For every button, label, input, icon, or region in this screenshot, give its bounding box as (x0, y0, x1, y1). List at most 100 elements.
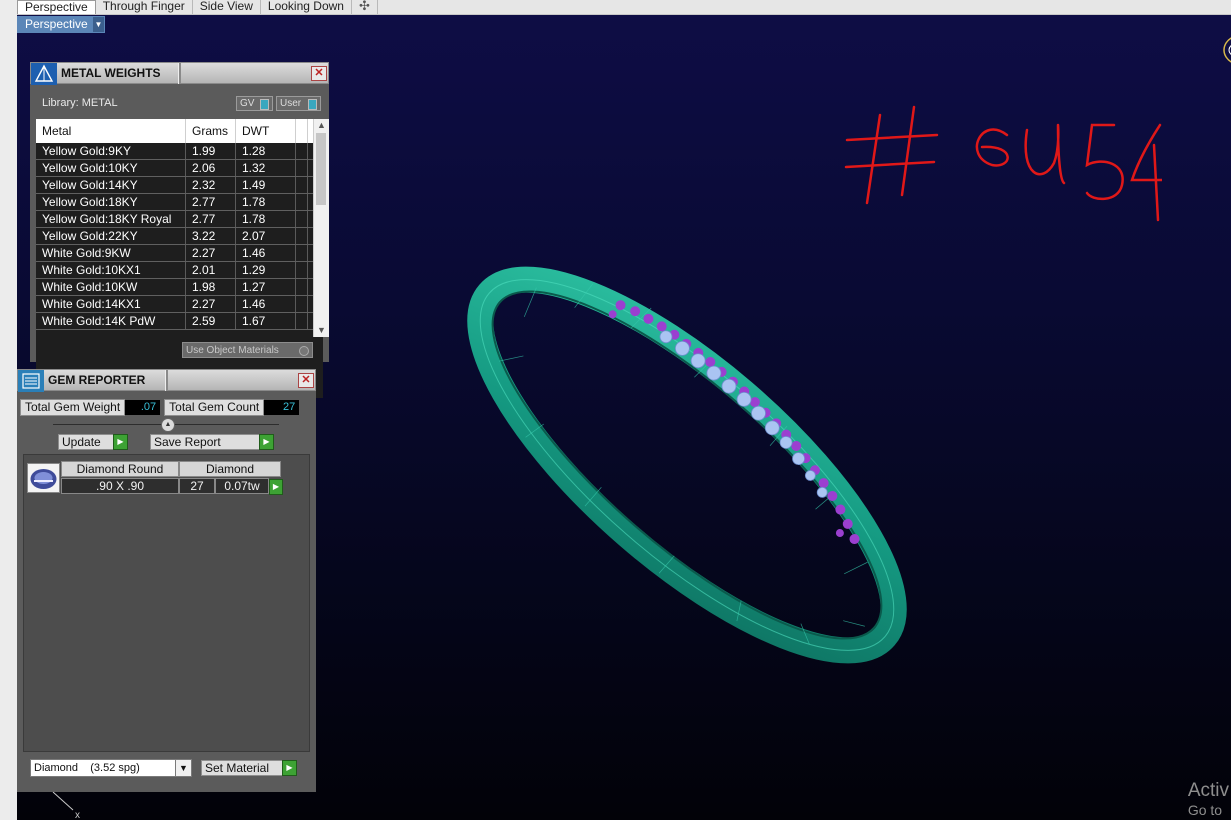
gem-totals-row: Total Gem Weight .07 Total Gem Count 27 (20, 399, 300, 416)
svg-text:x: x (75, 810, 80, 820)
metal-weights-titlebar[interactable]: METAL WEIGHTS ✕ (30, 62, 329, 85)
add-tab-icon[interactable]: ✣ (351, 0, 378, 14)
column-header-metal[interactable]: Metal (36, 119, 186, 143)
total-gem-weight-value: .07 (125, 400, 161, 415)
gem-reporter-icon (18, 370, 44, 392)
watermark-line-1: Activ (1187, 780, 1229, 801)
cell-grams: 2.77 (186, 211, 236, 227)
cell-grams: 1.98 (186, 279, 236, 295)
material-select-value: Diamond (3.52 spg) (34, 762, 140, 774)
use-object-materials-label: Use Object Materials (186, 345, 279, 356)
set-material-button[interactable]: Set Material ▶ (201, 760, 297, 776)
cell-grams: 2.27 (186, 296, 236, 312)
set-material-go-icon: ▶ (282, 760, 297, 776)
gem-shape-cell: Diamond Round (61, 461, 179, 477)
cell-metal: Yellow Gold:18KY Royal (36, 211, 186, 227)
panel-splitter-handle[interactable]: ▲ (161, 418, 175, 432)
user-toggle-label: User (280, 98, 302, 109)
metal-weights-title: METAL WEIGHTS (61, 66, 161, 80)
user-toggle-indicator (308, 99, 317, 110)
cell-grams: 2.32 (186, 177, 236, 193)
activation-watermark: Activ Go to (1188, 780, 1229, 818)
table-row[interactable]: Yellow Gold:18KY 2.77 1.78 (36, 194, 323, 211)
cell-grams: 2.06 (186, 160, 236, 176)
set-material-button-label: Set Material (205, 761, 270, 775)
user-toggle[interactable]: User (276, 96, 321, 111)
cell-dwt: 1.46 (236, 296, 296, 312)
titlebar-divider (165, 370, 168, 391)
tab-looking-down[interactable]: Looking Down (260, 0, 352, 14)
round-diamond-icon (30, 469, 57, 489)
total-gem-count-value: 27 (264, 400, 300, 415)
cell-metal: White Gold:14KX1 (36, 296, 186, 312)
metal-weights-icon (31, 63, 57, 85)
gem-weight-cell: 0.07tw (215, 478, 269, 494)
gem-reporter-close-icon[interactable]: ✕ (298, 373, 314, 388)
cell-dwt: 1.46 (236, 245, 296, 261)
gem-material-cell: Diamond (179, 461, 281, 477)
cell-dwt: 1.67 (236, 313, 296, 329)
cell-dwt: 1.32 (236, 160, 296, 176)
gem-list: Diamond Round Diamond .90 X .90 27 0.07t… (23, 454, 310, 752)
axis-gizmo-icon: x (52, 791, 80, 820)
cell-dwt: 1.49 (236, 177, 296, 193)
table-row[interactable]: Yellow Gold:22KY 3.22 2.07 (36, 228, 323, 245)
scroll-down-icon[interactable]: ▼ (314, 324, 329, 337)
gem-reporter-titlebar[interactable]: GEM REPORTER ✕ (17, 369, 316, 392)
table-row[interactable]: Yellow Gold:9KY 1.99 1.28 (36, 143, 323, 160)
metal-weights-close-icon[interactable]: ✕ (311, 66, 327, 81)
view-tab-bar: Perspective Through Finger Side View Loo… (17, 0, 1231, 15)
gv-toggle[interactable]: GV (236, 96, 273, 111)
cell-grams: 2.59 (186, 313, 236, 329)
material-select[interactable]: Diamond (3.52 spg) ▼ (30, 759, 192, 777)
cell-metal: Yellow Gold:10KY (36, 160, 186, 176)
corner-orbit-icon[interactable] (1219, 35, 1231, 65)
cell-grams: 2.01 (186, 262, 236, 278)
material-select-chevron-down-icon[interactable]: ▼ (175, 760, 191, 776)
column-header-grams[interactable]: Grams (186, 119, 236, 143)
scroll-up-icon[interactable]: ▲ (314, 119, 329, 132)
gv-toggle-label: GV (240, 98, 255, 109)
cell-metal: White Gold:9KW (36, 245, 186, 261)
scroll-thumb[interactable] (316, 133, 326, 205)
viewport-menu-chevron-icon[interactable]: ▼ (93, 17, 104, 32)
watermark-line-2: Go to (1187, 802, 1223, 818)
cell-metal: Yellow Gold:14KY (36, 177, 186, 193)
table-row[interactable]: White Gold:14K PdW 2.59 1.67 (36, 313, 323, 330)
gem-size-cell: .90 X .90 (61, 478, 179, 494)
table-row[interactable]: Yellow Gold:18KY Royal 2.77 1.78 (36, 211, 323, 228)
tab-through-finger[interactable]: Through Finger (95, 0, 193, 14)
gem-reporter-panel: GEM REPORTER ✕ Total Gem Weight .07 Tota… (17, 369, 316, 792)
table-row[interactable]: White Gold:10KW 1.98 1.27 (36, 279, 323, 296)
cell-dwt: 1.27 (236, 279, 296, 295)
update-button-label: Update (62, 435, 101, 449)
use-object-materials-indicator (299, 346, 309, 356)
cell-grams: 2.77 (186, 194, 236, 210)
gem-select-go-icon[interactable]: ▶ (269, 479, 283, 495)
titlebar-divider (178, 63, 181, 84)
cell-dwt: 2.07 (236, 228, 296, 244)
gem-count-cell: 27 (179, 478, 215, 494)
use-object-materials-toggle[interactable]: Use Object Materials (182, 342, 313, 358)
table-row[interactable]: White Gold:10KX1 2.01 1.29 (36, 262, 323, 279)
total-gem-count-label: Total Gem Count (164, 399, 265, 416)
viewport-label[interactable]: Perspective (17, 16, 105, 33)
table-row[interactable]: White Gold:14KX1 2.27 1.46 (36, 296, 323, 313)
cell-metal: Yellow Gold:22KY (36, 228, 186, 244)
metal-table-scrollbar[interactable]: ▲ ▼ (313, 119, 329, 337)
tab-perspective[interactable]: Perspective (17, 0, 96, 14)
total-gem-weight-label: Total Gem Weight (20, 399, 126, 416)
update-button[interactable]: Update ▶ (58, 434, 128, 450)
gem-reporter-title: GEM REPORTER (48, 373, 146, 387)
left-toolbar-strip (0, 0, 18, 820)
save-report-button[interactable]: Save Report ▶ (150, 434, 274, 450)
table-row[interactable]: Yellow Gold:10KY 2.06 1.32 (36, 160, 323, 177)
table-row[interactable]: Yellow Gold:14KY 2.32 1.49 (36, 177, 323, 194)
tab-side-view[interactable]: Side View (192, 0, 261, 14)
table-row[interactable]: White Gold:9KW 2.27 1.46 (36, 245, 323, 262)
ring-3d-model[interactable] (437, 220, 937, 710)
gem-thumbnail[interactable] (27, 463, 60, 493)
metal-table-header: Metal Grams DWT (36, 119, 323, 143)
cell-metal: Yellow Gold:9KY (36, 143, 186, 159)
column-header-dwt[interactable]: DWT (236, 119, 296, 143)
